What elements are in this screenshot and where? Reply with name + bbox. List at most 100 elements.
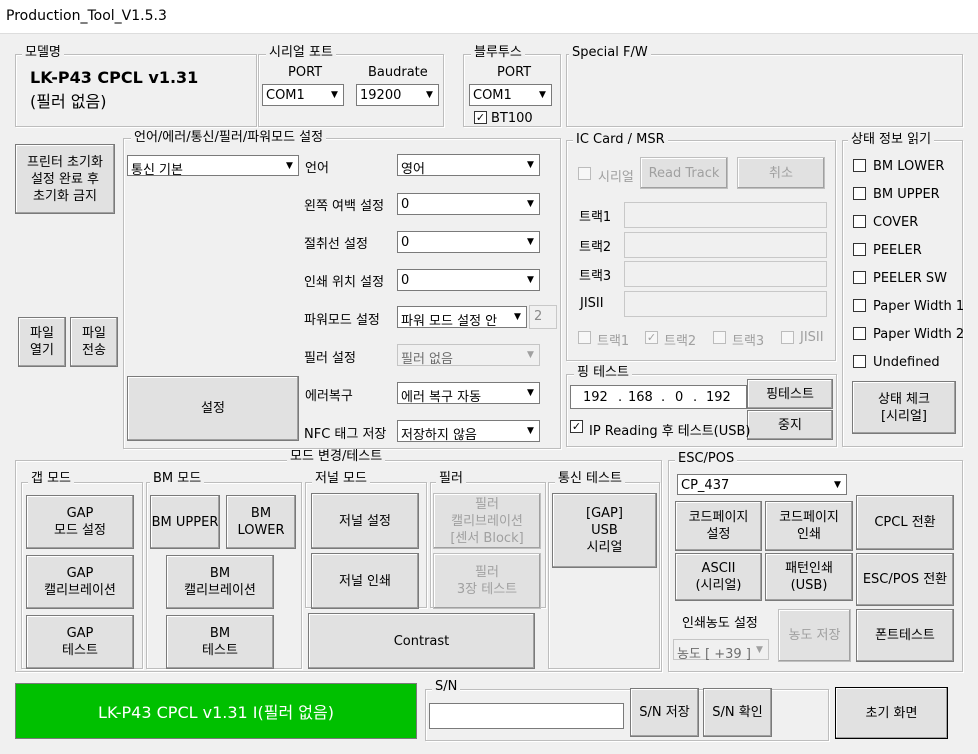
status-bm-lower-label: BM LOWER [873, 159, 945, 174]
contrast-button[interactable]: Contrast [308, 613, 535, 669]
ping-test-button[interactable]: 핑테스트 [747, 379, 833, 409]
power-mode-select[interactable]: 파워 모드 설정 안 ▼ [397, 306, 527, 329]
comm-mode-select[interactable]: 통신 기본 ▼ [127, 155, 299, 178]
track3-label: 트랙3 [579, 269, 612, 284]
gap-calibration-button[interactable]: GAP 캘리브레이션 [26, 555, 134, 609]
chevron-down-icon: ▼ [522, 194, 539, 214]
status-peeler-sw-checkbox[interactable] [853, 271, 866, 284]
ip-reading-label: IP Reading 후 테스트(USB) [589, 424, 751, 439]
printer-init-button[interactable]: 프린터 초기화 설정 완료 후 초기화 금지 [15, 144, 115, 214]
track2-checkbox[interactable]: ✓ [645, 331, 658, 344]
ip-reading-checkbox[interactable]: ✓ [570, 420, 583, 433]
language-select[interactable]: 영어 ▼ [397, 154, 540, 177]
ip-address-input[interactable]: 192 . 168 . 0 . 192 [570, 385, 747, 409]
status-check-button[interactable]: 상태 체크 [시리얼] [852, 381, 956, 434]
bm-upper-button[interactable]: BM UPPER [150, 495, 220, 549]
journal-mode-label: 저널 모드 [312, 472, 370, 486]
status-cover-label: COVER [873, 215, 919, 230]
status-paper-width-2-label: Paper Width 2 [873, 327, 965, 342]
codepage-print-button[interactable]: 코드페이지 인쇄 [765, 501, 853, 551]
journal-set-button[interactable]: 저널 설정 [311, 493, 419, 549]
escpos-switch-button[interactable]: ESC/POS 전환 [856, 553, 954, 606]
title-bar: Production_Tool_V1.5.3 [0, 0, 978, 34]
bm-test-button[interactable]: BM 테스트 [166, 615, 274, 669]
error-recovery-label: 에러복구 [305, 389, 353, 404]
serial-port-select[interactable]: COM1 ▼ [262, 84, 344, 106]
status-paper-width-1-checkbox[interactable] [853, 299, 866, 312]
file-open-button[interactable]: 파일 열기 [18, 317, 66, 367]
error-recovery-select[interactable]: 에러 복구 자동 ▼ [397, 382, 540, 405]
baudrate-select[interactable]: 19200 ▼ [356, 84, 439, 106]
peeler-setting-label: 필러 설정 [304, 351, 356, 366]
track1-field [624, 202, 827, 228]
left-margin-select[interactable]: 0 ▼ [397, 193, 540, 215]
status-paper-width-2-checkbox[interactable] [853, 327, 866, 340]
ic-serial-label: 시리얼 [598, 170, 634, 185]
gap-mode-set-button[interactable]: GAP 모드 설정 [26, 495, 134, 549]
status-undefined-checkbox[interactable] [853, 355, 866, 368]
chevron-down-icon: ▼ [522, 421, 539, 441]
special-fw-group [566, 54, 963, 127]
track1-checkbox[interactable] [578, 331, 591, 344]
gap-mode-label: 갭 모드 [28, 472, 75, 486]
cpcl-switch-button[interactable]: CPCL 전환 [856, 495, 954, 550]
codepage-set-button[interactable]: 코드페이지 설정 [675, 501, 762, 551]
left-margin-label: 왼쪽 여백 설정 [304, 199, 385, 214]
sn-check-button[interactable]: S/N 확인 [703, 688, 772, 737]
sn-input[interactable] [429, 703, 624, 729]
chevron-down-icon: ▼ [534, 85, 551, 105]
track1-label: 트랙1 [579, 210, 612, 225]
status-bm-upper-checkbox[interactable] [853, 187, 866, 200]
jisii-field [624, 291, 827, 317]
print-position-select[interactable]: 0 ▼ [397, 269, 540, 291]
sn-save-button[interactable]: S/N 저장 [630, 688, 699, 737]
bluetooth-port-select[interactable]: COM1 ▼ [469, 84, 552, 106]
ic-cancel-button[interactable]: 취소 [737, 157, 825, 189]
density-label: 인쇄농도 설정 [682, 616, 758, 631]
file-send-button[interactable]: 파일 전송 [70, 317, 118, 367]
chevron-down-icon: ▼ [829, 475, 846, 494]
power-mode-label: 파워모드 설정 [304, 313, 380, 328]
density-save-button[interactable]: 농도 저장 [778, 609, 851, 662]
ping-stop-button[interactable]: 중지 [747, 410, 833, 440]
tear-line-label: 절취선 설정 [304, 237, 368, 252]
banner-text: LK-P43 CPCL v1.31 I(필러 없음) [98, 703, 334, 722]
peeler-setting-select[interactable]: 필러 없음 ▼ [397, 344, 540, 367]
ping-test-label: 핑 테스트 [574, 366, 632, 380]
bt100-label: BT100 [491, 111, 533, 126]
comm-test-button[interactable]: [GAP] USB 시리얼 [552, 493, 657, 568]
chevron-down-icon: ▼ [326, 85, 343, 105]
chevron-down-icon: ▼ [751, 640, 768, 659]
status-cover-checkbox[interactable] [853, 215, 866, 228]
bluetooth-label: 블루투스 [471, 46, 525, 60]
model-group-label: 모델명 [22, 46, 64, 60]
track3-check-label: 트랙3 [732, 334, 765, 349]
status-bm-lower-checkbox[interactable] [853, 159, 866, 172]
codepage-select[interactable]: CP_437 ▼ [677, 474, 847, 495]
font-test-button[interactable]: 폰트테스트 [856, 609, 954, 662]
ascii-serial-button[interactable]: ASCII (시리얼) [675, 553, 762, 601]
ic-serial-checkbox[interactable] [578, 167, 591, 180]
chevron-down-icon: ▼ [281, 156, 298, 175]
track3-checkbox[interactable] [713, 331, 726, 344]
read-track-button[interactable]: Read Track [640, 157, 728, 189]
status-bm-upper-label: BM UPPER [873, 187, 940, 202]
bm-mode-label: BM 모드 [150, 472, 205, 486]
jisii-checkbox[interactable] [781, 331, 794, 344]
jisii-label: JISII [580, 296, 604, 311]
tear-line-select[interactable]: 0 ▼ [397, 231, 540, 253]
peeler-test-button[interactable]: 필러 3장 테스트 [433, 553, 541, 609]
status-peeler-checkbox[interactable] [853, 243, 866, 256]
home-screen-button[interactable]: 초기 화면 [835, 687, 948, 739]
bt100-checkbox[interactable]: ✓ [474, 111, 487, 124]
bm-lower-button[interactable]: BM LOWER [226, 495, 296, 549]
nfc-tag-select[interactable]: 저장하지 않음 ▼ [397, 420, 540, 443]
journal-print-button[interactable]: 저널 인쇄 [311, 553, 419, 609]
settings-apply-button[interactable]: 설정 [127, 376, 299, 441]
gap-test-button[interactable]: GAP 테스트 [26, 615, 134, 669]
bm-calibration-button[interactable]: BM 캘리브레이션 [166, 555, 274, 609]
pattern-print-button[interactable]: 패턴인쇄 (USB) [765, 553, 853, 601]
peeler-calibration-button[interactable]: 필러 캘리브레이션 [센서 Block] [433, 493, 541, 549]
power-mode-value-field: 2 [529, 305, 557, 329]
density-select[interactable]: 농도 [ +39 ] ▼ [673, 639, 769, 662]
